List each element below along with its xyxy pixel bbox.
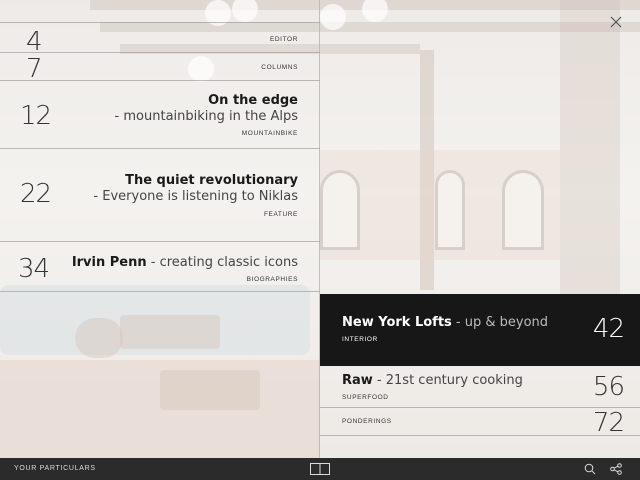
- toc-item-active[interactable]: New York Lofts - up & beyond INTERIOR 42: [320, 294, 640, 366]
- article-subtitle: - mountainbiking in the Alps: [114, 109, 298, 124]
- toc-item[interactable]: Raw - 21st century cooking SUPERFOOD 56: [320, 366, 640, 408]
- category-label: BIOGRAPHIES: [246, 276, 298, 283]
- toc-item[interactable]: 34 Irvin Penn - creating classic icons B…: [0, 242, 320, 292]
- category-label: COLUMNS: [261, 64, 298, 71]
- article-title: The quiet revolutionary: [125, 173, 298, 188]
- share-icon[interactable]: [610, 463, 622, 475]
- category-label: EDITOR: [269, 36, 298, 43]
- article-subtitle: - Everyone is listening to Niklas: [93, 189, 298, 204]
- your-particulars-link[interactable]: YOUR PARTICULARS: [14, 465, 96, 472]
- page-number: 22: [20, 179, 52, 209]
- article-title: On the edge: [208, 93, 298, 108]
- page-number: 34: [18, 254, 50, 284]
- page-number: 42: [592, 314, 625, 344]
- toc-item[interactable]: 12 On the edge - mountainbiking in the A…: [0, 81, 320, 149]
- category-label: SUPERFOOD: [342, 394, 389, 401]
- toc-item[interactable]: PONDERINGS 72: [320, 408, 640, 438]
- page-number: 72: [592, 408, 625, 438]
- page-number: 7: [26, 54, 43, 84]
- search-icon[interactable]: [584, 463, 596, 475]
- category-label: FEATURE: [263, 211, 298, 218]
- close-icon[interactable]: [608, 14, 624, 30]
- category-label: MOUNTAINBIKE: [241, 130, 298, 137]
- toc-item[interactable]: 7 COLUMNS: [0, 53, 320, 84]
- toc-item[interactable]: 4 EDITOR: [0, 22, 320, 57]
- footer-bar: YOUR PARTICULARS: [0, 458, 640, 480]
- toc-item[interactable]: 22 The quiet revolutionary - Everyone is…: [0, 149, 320, 242]
- layout-icon[interactable]: [310, 463, 330, 475]
- page-number: 12: [20, 101, 52, 131]
- page-number: 56: [592, 372, 625, 402]
- article-title: Irvin Penn - creating classic icons: [71, 255, 298, 270]
- category-label: INTERIOR: [342, 336, 378, 343]
- article-title: Raw - 21st century cooking: [342, 373, 523, 388]
- category-label: PONDERINGS: [342, 418, 392, 425]
- article-title: New York Lofts - up & beyond: [342, 315, 549, 330]
